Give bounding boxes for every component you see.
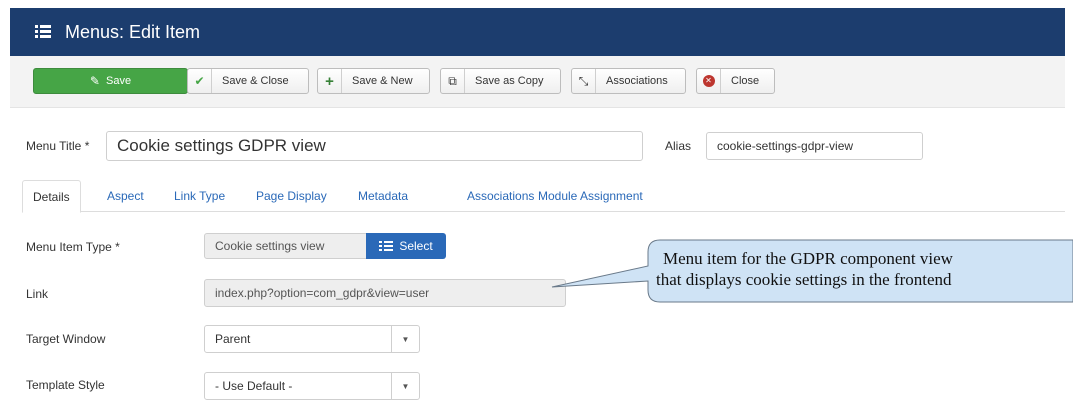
callout-line-1: Menu item for the GDPR component view [663, 249, 953, 268]
callout-text: Menu item for the GDPR component view th… [650, 248, 1073, 290]
callout-bubble [551, 239, 1073, 303]
callout-line-2: that displays cookie settings in the fro… [656, 270, 952, 289]
